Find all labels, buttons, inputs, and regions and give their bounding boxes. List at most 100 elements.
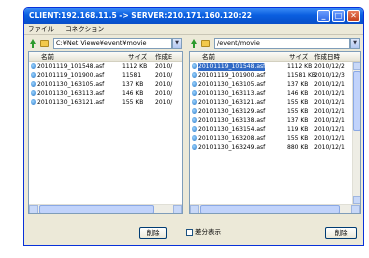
video-file-icon (192, 126, 197, 132)
file-size: 155 KB (122, 99, 144, 106)
title-bar[interactable]: CLIENT:192.168.11.5 -> SERVER:210.171.16… (24, 8, 363, 24)
video-file-icon (192, 117, 197, 123)
column-date[interactable]: 作成E (155, 52, 172, 62)
file-size: 1112 KB (122, 63, 148, 70)
file-date: 2010/ (155, 72, 173, 79)
file-name: 20101130_163121.asf (192, 99, 265, 107)
file-size: 119 KB (287, 126, 309, 133)
file-size: 155 KB (287, 108, 309, 115)
video-file-icon (31, 81, 36, 87)
file-row[interactable]: 20101130_163113.asf 146 KB 2010/ (29, 90, 182, 98)
menu-bar: ファイル コネクション (24, 24, 363, 35)
video-file-icon (192, 81, 197, 87)
remote-delete-button[interactable]: 削除 (325, 227, 357, 239)
file-row[interactable]: 20101130_163121.asf 155 KB 2010/ (29, 99, 182, 107)
local-delete-button[interactable]: 削除 (139, 227, 167, 239)
video-file-icon (31, 90, 36, 96)
remote-horizontal-scrollbar[interactable] (190, 204, 360, 213)
file-name: 20101130_163208.asf (192, 135, 265, 143)
file-row[interactable]: 20101130_163249.asf 880 KB 2010/12/1 (190, 144, 360, 152)
file-date: 2010/ (155, 90, 173, 97)
close-button[interactable]: ✕ (347, 10, 360, 22)
file-date: 2010/12/3 (314, 72, 345, 79)
file-row[interactable]: 20101119_101548.asf 1112 KB 2010/ (29, 63, 182, 71)
local-horizontal-scrollbar[interactable] (29, 204, 182, 213)
scroll-left-arrow[interactable] (190, 205, 199, 213)
file-row[interactable]: 20101119_101900.asf 11581 2010/ (29, 72, 182, 80)
video-file-icon (192, 144, 197, 150)
column-name[interactable]: 名前 (202, 52, 215, 62)
scroll-left-arrow[interactable] (29, 205, 38, 213)
right-path-input[interactable]: /event/movie (214, 38, 350, 49)
file-name: 20101119_101548.asf (192, 63, 266, 71)
minimize-button[interactable]: _ (317, 10, 330, 22)
column-name[interactable]: 名前 (41, 52, 54, 62)
file-date: 2010/12/1 (314, 117, 345, 124)
left-path-input[interactable]: C:¥Net Viewe¥event¥movie (53, 38, 172, 49)
video-file-icon (192, 63, 197, 69)
file-name: 20101130_163129.asf (192, 108, 265, 116)
file-date: 2010/12/1 (314, 81, 345, 88)
file-row[interactable]: 20101130_163105.asf 137 KB 2010/ (29, 81, 182, 89)
video-file-icon (192, 135, 197, 141)
scroll-up-arrow[interactable] (353, 62, 360, 70)
file-row[interactable]: 20101130_163105.asf 137 KB 2010/12/1 (190, 81, 360, 89)
file-date: 2010/ (155, 63, 173, 70)
scroll-right-arrow[interactable] (351, 205, 360, 213)
file-date: 2010/12/1 (314, 144, 345, 151)
file-date: 2010/12/1 (314, 99, 345, 106)
file-row[interactable]: 20101130_163113.asf 146 KB 2010/12/1 (190, 90, 360, 98)
scroll-thumb[interactable] (39, 205, 154, 213)
right-path-dropdown[interactable]: ▼ (350, 38, 360, 49)
file-size: 146 KB (122, 90, 144, 97)
scroll-right-arrow[interactable] (173, 205, 182, 213)
file-row[interactable]: 20101119_101900.asf 11581 KB 2010/12/3 (190, 72, 360, 80)
menu-connection[interactable]: コネクション (65, 25, 104, 33)
video-file-icon (31, 63, 36, 69)
remote-file-list[interactable]: 名前 サイズ 作成日時 20101119_101548.asf 1112 KB 20… (189, 51, 361, 214)
file-row[interactable]: 20101130_163208.asf 155 KB 2010/12/1 (190, 135, 360, 143)
file-name: 20101119_101900.asf (192, 72, 265, 80)
column-size[interactable]: サイズ (289, 52, 308, 62)
scroll-thumb[interactable] (200, 205, 340, 213)
up-folder-icon[interactable] (29, 39, 37, 48)
remote-list-header: 名前 サイズ 作成日時 (190, 52, 360, 62)
local-file-list[interactable]: 名前 サイズ 作成E 20101119_101548.asf 1112 KB 201… (28, 51, 183, 214)
video-file-icon (31, 72, 36, 78)
file-date: 2010/12/2 (314, 63, 345, 70)
file-date: 2010/12/1 (314, 108, 345, 115)
file-size: 880 KB (287, 144, 309, 151)
file-row[interactable]: 20101130_163129.asf 155 KB 2010/12/1 (190, 108, 360, 116)
diff-view-checkbox[interactable] (186, 229, 193, 236)
file-row[interactable]: 20101130_163138.asf 137 KB 2010/12/1 (190, 117, 360, 125)
column-size[interactable]: サイズ (128, 52, 147, 62)
menu-file[interactable]: ファイル (28, 25, 54, 33)
folder-icon[interactable] (201, 40, 210, 47)
file-size: 155 KB (287, 99, 309, 106)
file-name: 20101130_163154.asf (192, 126, 265, 134)
file-size: 137 KB (287, 117, 309, 124)
left-path-dropdown[interactable]: ▼ (172, 38, 182, 49)
left-path-bar: C:¥Net Viewe¥event¥movie ▼ (29, 37, 182, 50)
scroll-thumb[interactable] (353, 71, 360, 131)
video-file-icon (192, 72, 197, 78)
file-date: 2010/12/1 (314, 135, 345, 142)
column-date[interactable]: 作成日時 (314, 52, 340, 62)
file-size: 146 KB (287, 90, 309, 97)
file-size: 11581 KB (287, 72, 317, 79)
file-row[interactable]: 20101130_163121.asf 155 KB 2010/12/1 (190, 99, 360, 107)
file-name: 20101119_101548.asf (31, 63, 104, 71)
up-folder-icon[interactable] (190, 39, 198, 48)
file-size: 137 KB (287, 81, 309, 88)
file-row[interactable]: 20101119_101548.asf 1112 KB 2010/12/2 (190, 63, 360, 71)
sftp-window: CLIENT:192.168.11.5 -> SERVER:210.171.16… (23, 7, 364, 246)
file-name: 20101130_163138.asf (192, 117, 265, 125)
remote-vertical-scrollbar[interactable] (352, 62, 360, 204)
file-name: 20101130_163105.asf (31, 81, 104, 89)
scroll-down-arrow[interactable] (353, 196, 360, 204)
file-date: 2010/ (155, 81, 173, 88)
folder-icon[interactable] (40, 40, 49, 47)
file-name: 20101130_163113.asf (192, 90, 265, 98)
maximize-button[interactable]: □ (332, 10, 345, 22)
file-row[interactable]: 20101130_163154.asf 119 KB 2010/12/1 (190, 126, 360, 134)
